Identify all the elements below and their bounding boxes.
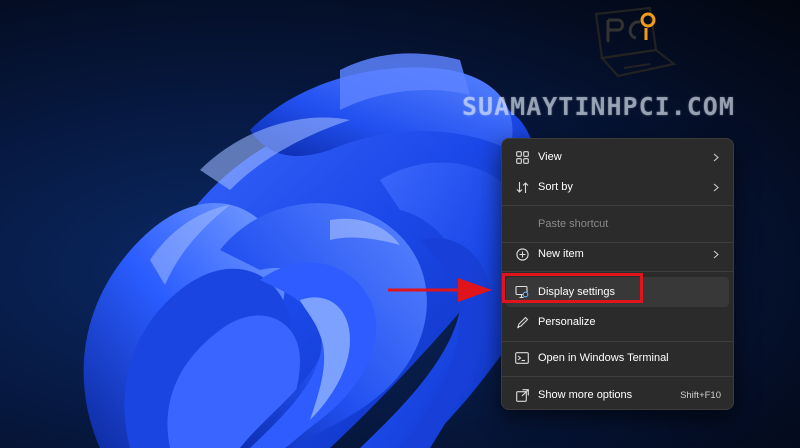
menu-item-label: Personalize — [538, 316, 596, 328]
chevron-right-icon — [711, 182, 721, 192]
menu-item-show-more-options[interactable]: Show more options Shift+F10 — [506, 380, 729, 410]
menu-item-label: Sort by — [538, 181, 573, 193]
menu-separator — [502, 376, 733, 377]
menu-item-view[interactable]: View — [506, 142, 729, 172]
menu-item-label: View — [538, 151, 562, 163]
terminal-icon — [514, 350, 530, 366]
watermark-text: SUAMAYTINHPCI.COM — [462, 92, 735, 121]
grid-view-icon — [514, 149, 530, 165]
menu-separator — [502, 341, 733, 342]
menu-item-sort-by[interactable]: Sort by — [506, 172, 729, 202]
plus-circle-icon — [514, 246, 530, 262]
external-window-icon — [514, 387, 530, 403]
menu-item-label: Show more options — [538, 389, 633, 401]
pen-icon — [514, 314, 530, 330]
pci-laptop-logo-icon — [594, 6, 677, 78]
annotation-arrow-icon — [388, 278, 492, 302]
keyboard-shortcut: Shift+F10 — [680, 389, 721, 401]
menu-item-label: New item — [538, 248, 584, 260]
menu-item-personalize[interactable]: Personalize — [506, 307, 729, 337]
annotation-highlight-box — [502, 273, 643, 303]
menu-item-paste-shortcut[interactable]: Paste shortcut — [506, 209, 729, 239]
chevron-right-icon — [711, 152, 721, 162]
menu-item-new-item[interactable]: New item — [506, 239, 729, 269]
menu-item-open-terminal[interactable]: Open in Windows Terminal — [506, 343, 729, 373]
menu-item-label: Open in Windows Terminal — [538, 352, 669, 364]
menu-item-label: Paste shortcut — [538, 218, 609, 230]
sort-arrows-icon — [514, 179, 530, 195]
chevron-right-icon — [711, 249, 721, 259]
menu-separator — [502, 271, 733, 272]
menu-separator — [502, 205, 733, 206]
